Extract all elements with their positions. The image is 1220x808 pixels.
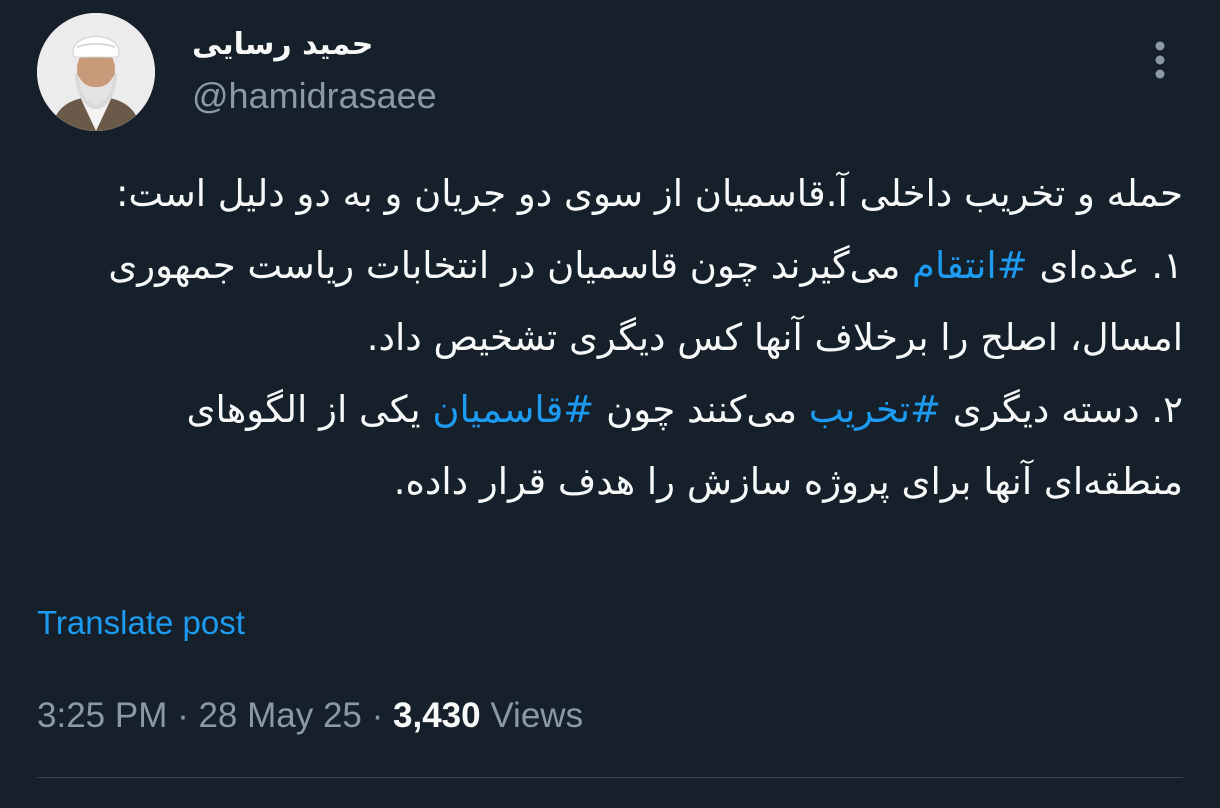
hashtag-link[interactable]: #تخریب [809, 388, 941, 431]
post-time[interactable]: 3:25 PM [37, 696, 167, 735]
hashtag-link[interactable]: #قاسمیان [432, 388, 594, 431]
divider [37, 777, 1183, 778]
post-metadata: 3:25 PM · 28 May 25 · 3,430 Views [37, 696, 583, 736]
avatar[interactable] [37, 13, 155, 131]
post-point-1: ۱. عده‌ای #انتقام می‌گیرند چون قاسمیان د… [40, 230, 1183, 374]
user-avatar-photo-icon [37, 13, 155, 131]
translate-post-link[interactable]: Translate post [37, 604, 245, 642]
post-intro: حمله و تخریب داخلی آ.قاسمیان از سوی دو ج… [115, 172, 1183, 215]
author-display-name[interactable]: حمید رسایی [192, 28, 492, 61]
author-display-name-text: حمید رسایی [192, 27, 374, 62]
hashtag-link[interactable]: #انتقام [912, 244, 1028, 287]
views-count[interactable]: 3,430 [393, 696, 481, 735]
author-handle[interactable]: @hamidrasaee [192, 76, 437, 116]
post-point-2-text-b: می‌کنند چون [594, 388, 809, 431]
post-date[interactable]: 28 May 25 [198, 696, 361, 735]
meta-separator: · [167, 696, 199, 735]
post-text: حمله و تخریب داخلی آ.قاسمیان از سوی دو ج… [40, 158, 1183, 518]
post-point-1-text-a: ۱. عده‌ای [1027, 244, 1183, 287]
views-label: Views [480, 696, 584, 735]
post-point-2: ۲. دسته دیگری #تخریب می‌کنند چون #قاسمیا… [40, 374, 1183, 518]
post-detail: حمید رسایی @hamidrasaee حمله و تخریب داخ… [0, 0, 1220, 808]
meta-separator: · [361, 696, 394, 735]
post-point-2-text-a: ۲. دسته دیگری [941, 388, 1183, 431]
more-vertical-icon[interactable] [1140, 38, 1180, 82]
